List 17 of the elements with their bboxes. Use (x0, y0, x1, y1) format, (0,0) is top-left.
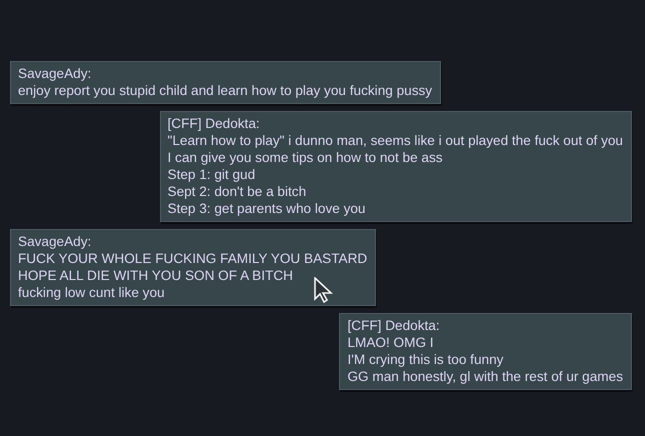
message-text: fucking low cunt like you (18, 284, 165, 301)
message-text: I can give you some tips on how to not be ass (168, 149, 443, 166)
message-text: Step 3: get parents who love you (168, 200, 366, 217)
message-text: Sept 2: don't be a bitch (168, 183, 306, 200)
message-text: enjoy report you stupid child and learn how to play you fucking pussy (18, 82, 432, 99)
message-text: "Learn how to play" i dunno man, seems like i out played the fuck out of you (168, 132, 623, 149)
sender-name: SavageAdy: (18, 233, 92, 250)
sender-name: SavageAdy: (18, 65, 92, 82)
message-text: Step 1: git gud (168, 166, 256, 183)
message-text: I'M crying this is too funny (347, 351, 504, 368)
sender-name: [CFF] Dedokta: (347, 317, 440, 334)
sender-name: [CFF] Dedokta: (168, 115, 260, 132)
cursor-icon (313, 277, 335, 303)
message-text: LMAO! OMG I (347, 334, 434, 351)
message-text: HOPE ALL DIE WITH YOU SON OF A BITCH (18, 267, 293, 284)
message-text: GG man honestly, gl with the rest of ur games (347, 368, 623, 385)
message-text: FUCK YOUR WHOLE FUCKING FAMILY YOU BASTARD (18, 250, 368, 267)
